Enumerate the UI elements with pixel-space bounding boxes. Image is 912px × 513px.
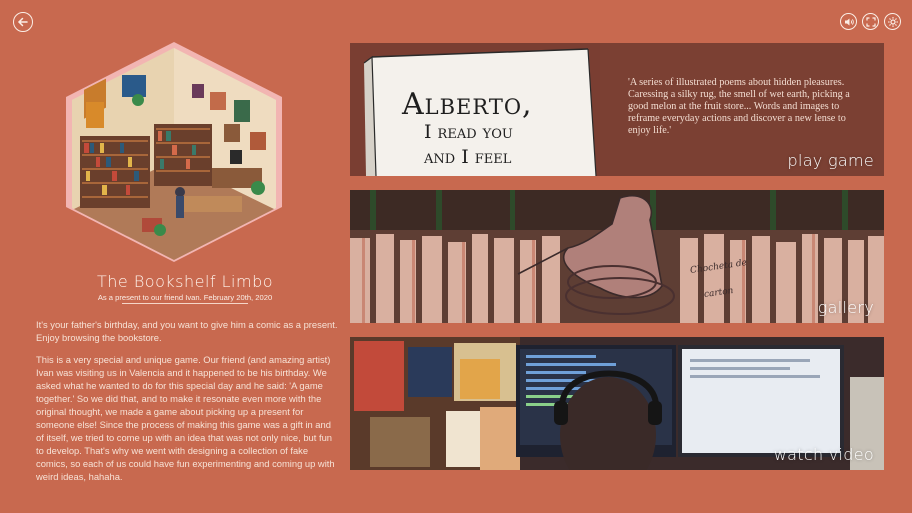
sound-button[interactable] [840, 13, 857, 30]
play-game-panel[interactable]: Alberto, I read you and I feel 'A series… [350, 43, 884, 176]
watch-video-panel[interactable]: watch video [350, 337, 884, 470]
back-button[interactable] [13, 12, 33, 32]
game-title: The Bookshelf Limbo [96, 272, 274, 291]
game-quote: 'A series of illustrated poems about hid… [628, 77, 850, 136]
gear-icon [887, 16, 898, 27]
intro-text: It's your father's birthday, and you wan… [36, 319, 338, 343]
title-divider [122, 303, 248, 304]
book-title-line2: I read you [424, 121, 513, 143]
bookstore-illustration [62, 40, 286, 262]
watch-video-label: watch video [773, 445, 874, 464]
gallery-panel[interactable]: Chocheta de carton gallery [350, 190, 884, 323]
game-subtitle: As a present to our friend Ivan. Februar… [97, 293, 273, 302]
speaker-icon [844, 18, 854, 25]
description-text: This is a very special and unique game. … [36, 354, 335, 482]
book-title-line3: and I feel [424, 146, 512, 168]
fullscreen-icon [865, 16, 876, 27]
fullscreen-button[interactable] [862, 13, 879, 30]
book-title-line1: Alberto, [402, 87, 533, 122]
gallery-label: gallery [817, 298, 874, 317]
back-arrow-icon [17, 17, 28, 27]
play-game-label: play game [787, 151, 874, 170]
settings-button[interactable] [884, 13, 901, 30]
gallery-thumbnail [350, 190, 884, 323]
